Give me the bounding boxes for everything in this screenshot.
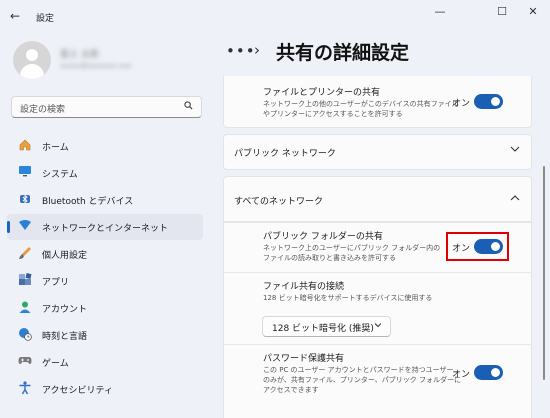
sidebar-item-network[interactable]: ネットワークとインターネット xyxy=(7,214,203,240)
sidebar-item-label: 個人用設定 xyxy=(42,251,88,261)
divider xyxy=(224,222,531,223)
file-printer-sharing-toggle[interactable] xyxy=(474,94,503,109)
public-folder-sharing-desc-line1: ネットワーク上のユーザーにパブリック フォルダー内の xyxy=(263,244,441,252)
avatar-body xyxy=(20,64,44,79)
user-name: 富士 太郎 xyxy=(60,50,99,60)
highlight-box xyxy=(446,232,509,261)
monitor-icon xyxy=(17,165,33,181)
avatar-head xyxy=(26,49,38,61)
sidebar-item-label: ホーム xyxy=(42,143,69,153)
sidebar-item-label: 時刻と言語 xyxy=(42,332,88,342)
paintbrush-icon xyxy=(17,246,33,262)
all-networks-title: すべてのネットワーク xyxy=(234,197,324,207)
file-sharing-connections-title: ファイル共有の接続 xyxy=(263,282,345,292)
file-sharing-connections-desc: 128 ビット暗号化をサポートするデバイスに使用する xyxy=(263,294,433,302)
password-protected-sharing-desc-line3: アクセスできます xyxy=(263,386,319,394)
chevron-down-icon xyxy=(374,321,382,330)
sidebar-item-label: ゲーム xyxy=(42,359,69,369)
sidebar-item-personalization[interactable]: 個人用設定 xyxy=(7,241,203,267)
divider xyxy=(224,344,531,345)
breadcrumb-chevron-icon: › xyxy=(254,41,260,59)
public-network-title: パブリック ネットワーク xyxy=(234,149,336,159)
chevron-down-icon[interactable] xyxy=(510,145,520,156)
password-protected-sharing-state: オン xyxy=(452,370,471,380)
app-title: 設定 xyxy=(36,14,55,24)
public-folder-sharing-title: パブリック フォルダーの共有 xyxy=(263,232,383,242)
breadcrumb-overflow-button[interactable]: ••• xyxy=(226,42,256,60)
sidebar-item-accounts[interactable]: アカウント xyxy=(7,295,203,321)
public-folder-sharing-desc-line2: ファイルの読み取りと書き込みを許可する xyxy=(263,254,396,262)
user-email: xxxxx@xxxxxxx.xxx xyxy=(60,62,132,70)
wifi-icon xyxy=(17,219,33,235)
sidebar-item-label: システム xyxy=(42,170,78,180)
password-protected-sharing-title: パスワード保護共有 xyxy=(263,354,345,364)
sidebar-item-gaming[interactable]: ゲーム xyxy=(7,349,203,375)
password-protected-sharing-desc-line1: この PC のユーザー アカウントとパスワードを持つユーザー xyxy=(263,366,454,374)
sidebar-item-label: アクセシビリティ xyxy=(42,386,114,396)
sidebar-item-accessibility[interactable]: アクセシビリティ xyxy=(7,376,203,402)
sidebar-item-apps[interactable]: アプリ xyxy=(7,268,203,294)
file-printer-sharing-desc-line2: やプリンターにアクセスすることを許可する xyxy=(263,110,403,118)
password-protected-sharing-toggle[interactable] xyxy=(474,365,503,380)
clock-globe-icon xyxy=(17,327,33,343)
sidebar-item-label: アプリ xyxy=(42,278,70,288)
gamepad-icon xyxy=(17,354,33,370)
sidebar-item-bluetooth[interactable]: Bluetooth とデバイス xyxy=(7,187,203,213)
minimize-button[interactable]: — xyxy=(428,4,452,20)
apps-icon xyxy=(17,273,33,289)
maximize-button[interactable]: ☐ xyxy=(490,4,514,20)
accessibility-icon xyxy=(17,381,33,397)
close-button[interactable]: ✕ xyxy=(521,4,545,20)
person-icon xyxy=(17,300,33,316)
file-printer-sharing-state: オン xyxy=(452,99,471,109)
chevron-up-icon[interactable] xyxy=(510,194,520,205)
scrollbar[interactable] xyxy=(543,166,545,380)
sidebar-item-home[interactable]: ホーム xyxy=(7,133,203,159)
active-indicator xyxy=(7,221,10,233)
home-icon xyxy=(17,138,33,154)
avatar[interactable] xyxy=(13,41,51,79)
encryption-dropdown-value: 128 ビット暗号化 (推奨) xyxy=(272,324,374,334)
search-placeholder: 設定の検索 xyxy=(20,105,66,115)
password-protected-sharing-desc-line2: のみが、共有ファイル、プリンター、パブリック フォルダーに xyxy=(263,376,462,384)
file-printer-sharing-title: ファイルとプリンターの共有 xyxy=(263,88,381,98)
page-title: 共有の詳細設定 xyxy=(276,42,410,64)
sidebar-item-system[interactable]: システム xyxy=(7,160,203,186)
encryption-dropdown[interactable]: 128 ビット暗号化 (推奨) xyxy=(262,316,391,337)
search-icon[interactable] xyxy=(184,101,193,113)
bluetooth-icon xyxy=(17,192,33,208)
sidebar-item-label: ネットワークとインターネット xyxy=(42,224,169,234)
sidebar-item-time-language[interactable]: 時刻と言語 xyxy=(7,322,203,348)
sidebar-item-label: Bluetooth とデバイス xyxy=(42,197,134,207)
sidebar-item-label: アカウント xyxy=(42,305,88,315)
back-arrow-icon[interactable]: ← xyxy=(10,9,24,23)
search-input[interactable]: 設定の検索 xyxy=(11,96,202,118)
file-printer-sharing-desc-line1: ネットワーク上の他のユーザーがこのデバイスの共有ファイル xyxy=(263,100,459,108)
divider xyxy=(224,272,531,273)
